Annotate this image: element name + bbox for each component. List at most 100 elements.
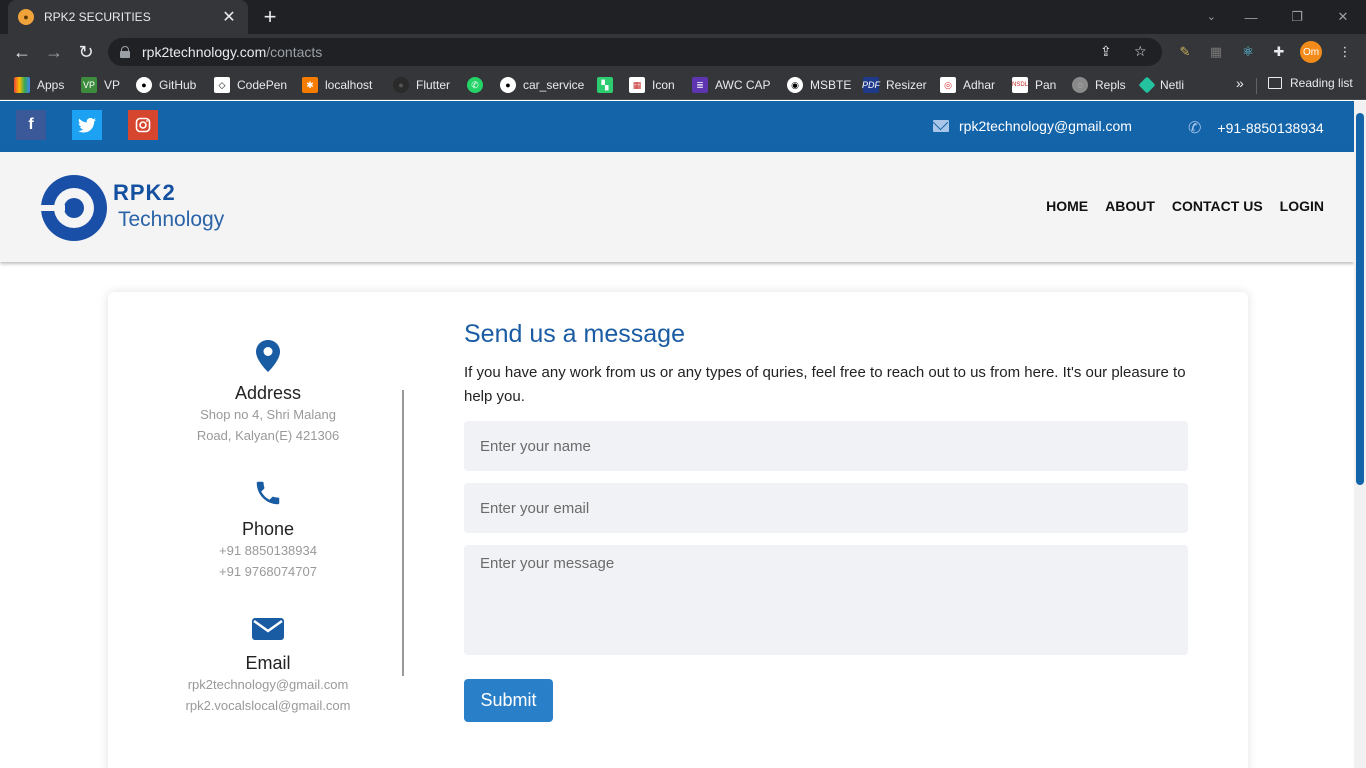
back-icon[interactable]: ← — [10, 40, 34, 64]
bookmark-pan[interactable]: NSDL Pan — [1012, 76, 1056, 94]
icon-grid-icon: ▦ — [629, 77, 645, 93]
address-title: Address — [234, 383, 302, 403]
bookmark-label: Apps — [37, 78, 65, 92]
top-phone-text: +91-8850138934 — [1217, 120, 1324, 136]
window-controls: — ❐ ✕ — [1228, 0, 1366, 34]
share-icon[interactable]: ⇪ — [1100, 43, 1112, 60]
address-bar[interactable]: rpk2technology.com/contacts ⇪ ☆ — [108, 38, 1162, 66]
bookmark-star-icon[interactable]: ☆ — [1134, 43, 1147, 60]
name-input[interactable] — [464, 421, 1188, 471]
phone-title: Phone — [241, 519, 295, 539]
forward-icon[interactable]: → — [42, 40, 66, 64]
bookmark-label: Resizer — [886, 78, 927, 92]
green-app-icon: ▚ — [597, 77, 613, 93]
top-phone[interactable]: ✆ +91-8850138934 — [1188, 118, 1324, 138]
close-window-icon[interactable]: ✕ — [1320, 0, 1366, 34]
main-navbar: RPK2 Technology HOME ABOUT CONTACT US LO… — [0, 152, 1354, 262]
awc-icon: ≣ — [692, 77, 708, 93]
location-pin-icon — [256, 340, 280, 372]
bookmark-label: Pan — [1035, 78, 1057, 92]
bookmark-green-app[interactable]: ▚ — [597, 76, 620, 94]
bookmark-apps[interactable]: Apps — [14, 76, 64, 94]
extensions-puzzle-icon[interactable]: ✚ — [1268, 41, 1290, 63]
bookmark-label: GitHub — [159, 78, 197, 92]
bookmark-netlify[interactable]: Netli — [1138, 76, 1184, 94]
codepen-icon: ◇ — [214, 77, 230, 93]
apps-grid-icon — [14, 77, 30, 93]
bookmark-codepen[interactable]: ◇ CodePen — [214, 76, 287, 94]
nav-about[interactable]: ABOUT — [1105, 198, 1155, 214]
facebook-icon[interactable]: f — [16, 110, 46, 140]
bookmark-label: CodePen — [237, 78, 288, 92]
bookmark-localhost[interactable]: ✱ localhost — [302, 76, 372, 94]
bookmark-github[interactable]: ● GitHub — [136, 76, 196, 94]
address-line-2: Road, Kalyan(E) 421306 — [196, 428, 340, 443]
brand-logo[interactable]: RPK2 Technology — [41, 174, 241, 242]
bookmark-adhar[interactable]: ◎ Adhar — [940, 76, 995, 94]
profile-avatar[interactable]: Om — [1300, 41, 1322, 63]
email-line-2[interactable]: rpk2.vocalslocal@gmail.com — [148, 695, 388, 716]
page-viewport: f rpk2technology@gmail.com ✆ +91-8850138… — [0, 101, 1366, 768]
twitter-icon[interactable] — [72, 110, 102, 140]
top-email[interactable]: rpk2technology@gmail.com — [933, 118, 1132, 134]
address-line-1: Shop no 4, Shri Malang — [200, 407, 336, 422]
bookmark-flutter[interactable]: ● Flutter — [393, 76, 450, 94]
url-host: rpk2technology.com — [142, 44, 267, 60]
bookmark-awc-cap[interactable]: ≣ AWC CAP — [692, 76, 771, 94]
lock-icon[interactable] — [120, 46, 130, 58]
bookmark-repls[interactable]: ◌ Repls — [1072, 76, 1126, 94]
message-textarea[interactable] — [464, 545, 1188, 655]
github-icon: ● — [500, 77, 516, 93]
top-email-text: rpk2technology@gmail.com — [959, 118, 1132, 134]
phone-line-1[interactable]: +91 8850138934 — [148, 540, 388, 561]
nav-home[interactable]: HOME — [1046, 198, 1088, 214]
bookmark-label: localhost — [325, 78, 373, 92]
extension-pen-icon[interactable]: ✎ — [1174, 41, 1196, 63]
browser-tab[interactable]: ● RPK2 SECURITIES ✕ — [8, 0, 248, 34]
brand-name: RPK2 — [113, 180, 176, 205]
extension-grid-icon[interactable]: ▦ — [1205, 41, 1227, 63]
whatsapp-icon: ✆ — [467, 77, 483, 93]
envelope-icon — [252, 618, 284, 640]
netlify-icon — [1138, 76, 1156, 94]
reading-list-label: Reading list — [1290, 76, 1353, 90]
phone-block: Phone +91 8850138934 +91 9768074707 — [148, 478, 388, 582]
bookmark-vp[interactable]: VP VP — [81, 76, 120, 94]
phone-line-2[interactable]: +91 9768074707 — [148, 561, 388, 582]
browser-tabstrip: ● RPK2 SECURITIES ✕ + ⌄ — ❐ ✕ — [0, 0, 1366, 34]
vp-icon: VP — [81, 77, 97, 93]
bookmark-label: VP — [104, 78, 121, 92]
bookmark-label: AWC CAP — [715, 78, 771, 92]
new-tab-button[interactable]: + — [258, 4, 282, 29]
email-input[interactable] — [464, 483, 1188, 533]
reading-list-button[interactable]: Reading list — [1268, 76, 1353, 90]
bookmark-whatsapp[interactable]: ✆ — [467, 76, 490, 94]
more-bookmarks-icon[interactable]: » — [1236, 75, 1244, 91]
brand-tagline: Technology — [118, 208, 225, 231]
react-devtools-icon[interactable]: ⚛ — [1237, 41, 1259, 63]
bookmark-icon[interactable]: ▦ Icon — [629, 76, 675, 94]
github-icon: ● — [136, 77, 152, 93]
tab-favicon-icon: ● — [18, 9, 34, 25]
scrollbar-thumb[interactable] — [1356, 113, 1364, 485]
tab-close-icon[interactable]: ✕ — [220, 7, 238, 27]
browser-menu-icon[interactable]: ⋮ — [1334, 41, 1356, 63]
tab-search-icon[interactable]: ⌄ — [1207, 10, 1216, 23]
restore-icon[interactable]: ❐ — [1274, 0, 1320, 34]
page-scrollbar[interactable] — [1354, 101, 1366, 768]
bookmark-msbte[interactable]: ◉ MSBTE — [787, 76, 851, 94]
bookmark-resizer[interactable]: PDF Resizer — [862, 76, 927, 94]
phone-icon: ✆ — [1188, 120, 1202, 137]
github-icon: ● — [393, 77, 409, 93]
nav-login[interactable]: LOGIN — [1280, 198, 1324, 214]
submit-button[interactable]: Submit — [464, 679, 553, 722]
nav-contact-us[interactable]: CONTACT US — [1172, 198, 1263, 214]
minimize-icon[interactable]: — — [1228, 0, 1274, 34]
email-line-1[interactable]: rpk2technology@gmail.com — [148, 674, 388, 695]
bookmark-car-service[interactable]: ● car_service — [500, 76, 584, 94]
browser-toolbar: ← → ↻ rpk2technology.com/contacts ⇪ ☆ ✎ … — [0, 34, 1366, 70]
bookmark-label: Repls — [1095, 78, 1126, 92]
instagram-icon[interactable] — [128, 110, 158, 140]
form-description: If you have any work from us or any type… — [464, 364, 1186, 405]
reload-icon[interactable]: ↻ — [74, 40, 98, 64]
